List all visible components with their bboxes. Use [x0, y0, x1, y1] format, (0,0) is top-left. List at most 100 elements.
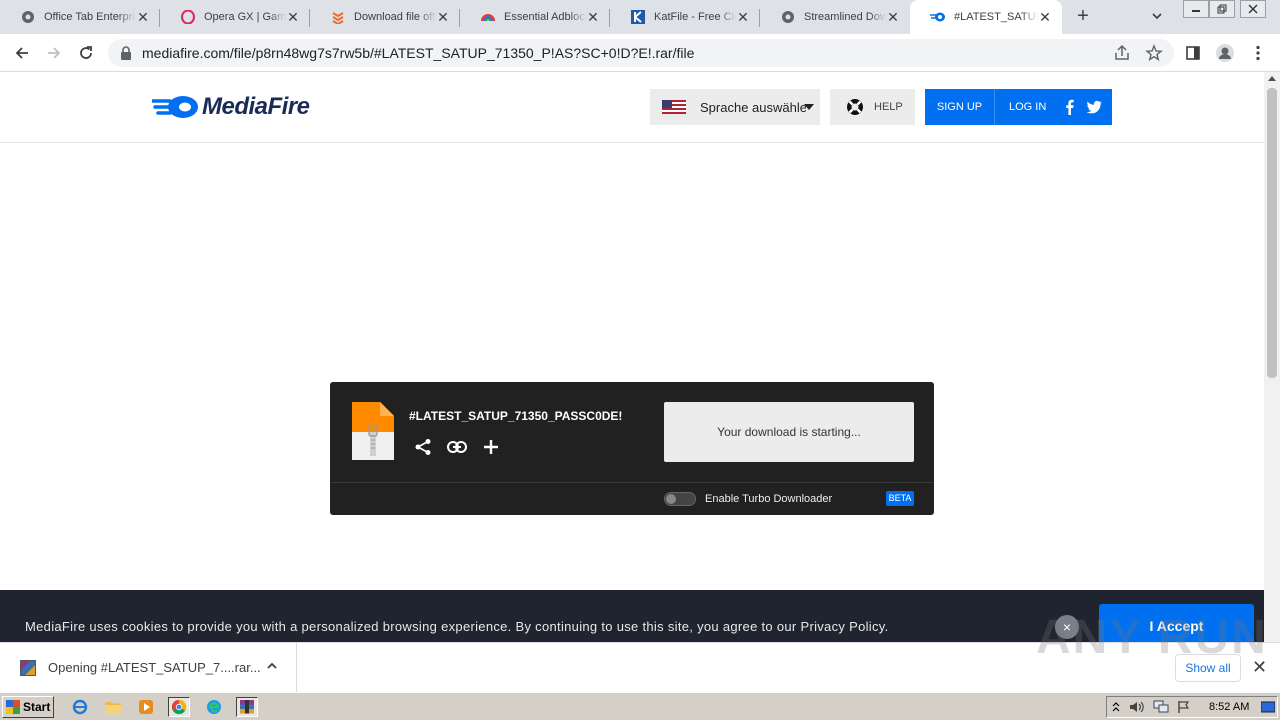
- taskbar-clock[interactable]: 8:52 AM: [1209, 701, 1249, 713]
- rainbow-icon: [480, 9, 496, 25]
- tab-mediafire-active[interactable]: #LATEST_SATUP_71350 ✕: [910, 0, 1062, 34]
- close-shelf-button[interactable]: ✕: [1252, 657, 1267, 678]
- file-explorer-icon[interactable]: [102, 697, 124, 717]
- media-player-icon[interactable]: [135, 697, 157, 717]
- cookie-close-button[interactable]: ×: [1055, 615, 1079, 639]
- add-to-account-icon[interactable]: [480, 436, 502, 458]
- bookmark-star-icon[interactable]: [1145, 44, 1163, 65]
- reload-button[interactable]: [74, 41, 98, 65]
- start-button[interactable]: Start: [2, 696, 54, 718]
- side-panel-icon[interactable]: [1181, 41, 1205, 65]
- windows-logo-icon: [6, 700, 20, 714]
- close-tab-icon[interactable]: ✕: [586, 9, 600, 26]
- language-selector[interactable]: Sprache auswählen: [650, 89, 820, 125]
- show-desktop-icon[interactable]: [1260, 700, 1276, 717]
- facebook-icon[interactable]: [1062, 99, 1078, 115]
- network-icon[interactable]: [1153, 700, 1169, 717]
- restore-window-button[interactable]: [1209, 0, 1235, 18]
- scroll-up-arrow-icon[interactable]: [1268, 76, 1276, 81]
- volume-icon[interactable]: [1129, 700, 1145, 717]
- chrome-taskbar-icon[interactable]: [168, 697, 190, 717]
- us-flag-icon: [662, 100, 686, 114]
- download-item[interactable]: Opening #LATEST_SATUP_7....rar...: [0, 643, 297, 692]
- file-actions: [412, 436, 502, 458]
- close-tab-icon[interactable]: ✕: [736, 9, 750, 26]
- tab-title: Streamlined Download: [804, 11, 886, 23]
- winrar-icon[interactable]: [236, 697, 258, 717]
- windows-taskbar: Start 8:52 AM: [0, 692, 1280, 720]
- forward-button[interactable]: [42, 41, 66, 65]
- back-button[interactable]: [10, 41, 34, 65]
- tab-essential-adblocker[interactable]: Essential Adblocker ✕: [460, 0, 610, 34]
- start-label: Start: [23, 700, 51, 714]
- internet-explorer-icon[interactable]: [69, 697, 91, 717]
- share-icon[interactable]: [412, 436, 434, 458]
- tab-office-tab[interactable]: Office Tab Enterprise ✕: [0, 0, 160, 34]
- beta-badge: BETA: [886, 491, 914, 506]
- mediafire-header: MediaFire Sprache auswählen HELP SIGN UP…: [0, 72, 1264, 143]
- mediafire-icon: [930, 9, 946, 25]
- chrome-globe-icon: [20, 9, 36, 25]
- new-tab-button[interactable]: +: [1072, 6, 1094, 28]
- log-in-button[interactable]: LOG IN: [995, 89, 1046, 125]
- system-tray: 8:52 AM: [1106, 696, 1278, 718]
- scrollbar-thumb[interactable]: [1267, 88, 1277, 378]
- help-label: HELP: [874, 101, 903, 113]
- auth-bar: SIGN UP LOG IN: [925, 89, 1112, 125]
- chevron-up-icon[interactable]: [265, 659, 279, 676]
- file-name: #LATEST_SATUP_71350_PASSC0DE!: [409, 409, 623, 423]
- logo-wordmark: MediaFire: [202, 93, 310, 120]
- tab-search-chevron-icon[interactable]: [1150, 9, 1170, 25]
- katfile-icon: [630, 9, 646, 25]
- tab-title: Download file official: [354, 11, 436, 23]
- lifebuoy-icon: [847, 99, 863, 115]
- share-page-icon[interactable]: [1113, 44, 1131, 65]
- language-label: Sprache auswählen: [700, 99, 806, 115]
- sign-up-button[interactable]: SIGN UP: [925, 89, 995, 125]
- copy-link-icon[interactable]: [446, 436, 468, 458]
- tab-streamlined-download[interactable]: Streamlined Download ✕: [760, 0, 910, 34]
- tab-opera-gx[interactable]: Opera GX | Gaming Browser ✕: [160, 0, 310, 34]
- tab-title: KatFile - Free Cloud: [654, 11, 736, 23]
- rar-archive-icon: [20, 659, 36, 676]
- tray-expand-icon[interactable]: [1111, 700, 1121, 717]
- browser-toolbar: mediafire.com/file/p8rn48wg7s7rw5b/#LATE…: [0, 34, 1280, 72]
- address-bar[interactable]: mediafire.com/file/p8rn48wg7s7rw5b/#LATE…: [108, 39, 1174, 67]
- chrome-globe-icon: [780, 9, 796, 25]
- mediafire-logo[interactable]: MediaFire: [152, 93, 310, 121]
- tab-katfile[interactable]: KatFile - Free Cloud ✕: [610, 0, 760, 34]
- lock-icon[interactable]: [120, 46, 132, 63]
- file-download-card: #LATEST_SATUP_71350_PASSC0DE! Your downl…: [330, 382, 934, 515]
- minimize-window-button[interactable]: [1183, 0, 1209, 18]
- turbo-downloader-toggle[interactable]: [664, 492, 696, 506]
- twitter-icon[interactable]: [1086, 99, 1102, 115]
- card-divider: [330, 482, 934, 483]
- close-tab-icon[interactable]: ✕: [136, 9, 150, 26]
- page-scrollbar[interactable]: [1264, 72, 1280, 642]
- close-tab-icon[interactable]: ✕: [286, 9, 300, 26]
- tab-title: Essential Adblocker: [504, 11, 586, 23]
- browser-tab-strip: Office Tab Enterprise ✕ Opera GX | Gamin…: [0, 0, 1280, 34]
- mediafire-flame-icon: [152, 96, 198, 118]
- opera-icon: [180, 9, 196, 25]
- cookie-message: MediaFire uses cookies to provide you wi…: [25, 619, 889, 634]
- profile-avatar-icon[interactable]: [1213, 41, 1237, 65]
- edge-icon[interactable]: [203, 697, 225, 717]
- download-status-box[interactable]: Your download is starting...: [664, 402, 914, 462]
- close-tab-icon[interactable]: ✕: [1038, 9, 1052, 26]
- tab-title: Office Tab Enterprise: [44, 11, 136, 23]
- download-item-label: Opening #LATEST_SATUP_7....rar...: [48, 660, 261, 675]
- close-tab-icon[interactable]: ✕: [436, 9, 450, 26]
- dropdown-caret-icon: [804, 104, 814, 110]
- stack-icon: [330, 9, 346, 25]
- download-shelf: Opening #LATEST_SATUP_7....rar... Show a…: [0, 642, 1280, 692]
- close-tab-icon[interactable]: ✕: [886, 9, 900, 26]
- accept-cookies-button[interactable]: I Accept: [1099, 604, 1254, 642]
- action-center-flag-icon[interactable]: [1177, 700, 1191, 717]
- help-button[interactable]: HELP: [830, 89, 915, 125]
- url-text[interactable]: mediafire.com/file/p8rn48wg7s7rw5b/#LATE…: [142, 45, 694, 61]
- tab-download-file[interactable]: Download file official ✕: [310, 0, 460, 34]
- kebab-menu-icon[interactable]: [1246, 41, 1270, 65]
- close-window-button[interactable]: [1240, 0, 1266, 18]
- show-all-downloads-button[interactable]: Show all: [1175, 654, 1241, 682]
